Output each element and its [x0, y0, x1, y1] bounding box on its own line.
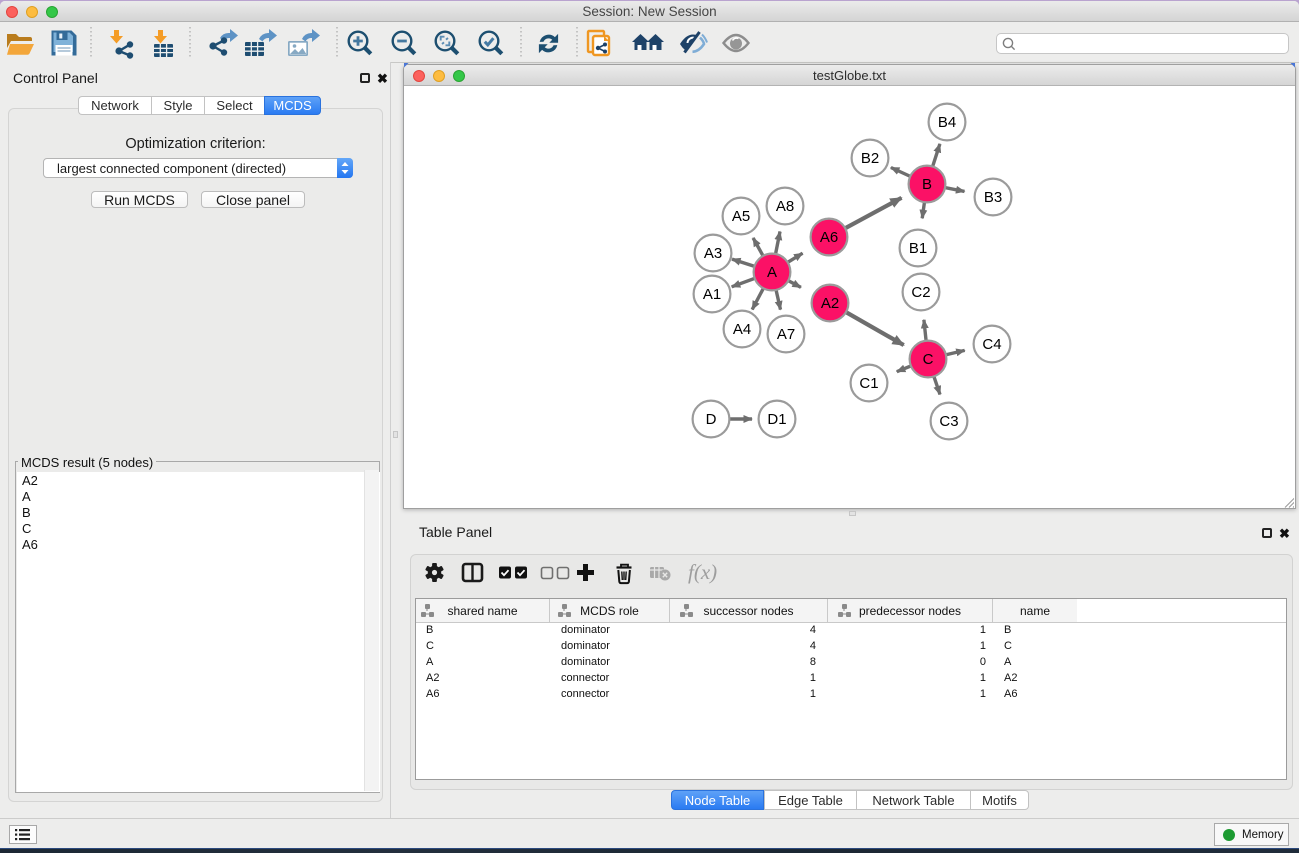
svg-text:A8: A8 [776, 198, 794, 215]
svg-text:A2: A2 [821, 295, 839, 312]
svg-text:C3: C3 [939, 413, 958, 430]
svg-text:A6: A6 [820, 229, 838, 246]
svg-text:A4: A4 [733, 321, 751, 338]
svg-text:C4: C4 [982, 336, 1001, 353]
svg-text:A5: A5 [732, 208, 750, 225]
svg-text:A1: A1 [703, 286, 721, 303]
svg-text:B4: B4 [938, 114, 956, 131]
svg-text:A7: A7 [777, 326, 795, 343]
svg-text:B2: B2 [861, 150, 879, 167]
svg-text:C: C [923, 351, 934, 368]
svg-text:B: B [922, 176, 932, 193]
svg-text:D1: D1 [767, 411, 786, 428]
svg-text:C2: C2 [911, 284, 930, 301]
svg-text:B3: B3 [984, 189, 1002, 206]
svg-text:D: D [706, 411, 717, 428]
svg-text:A3: A3 [704, 245, 722, 262]
svg-text:C1: C1 [859, 375, 878, 392]
svg-text:B1: B1 [909, 240, 927, 257]
svg-text:A: A [767, 264, 777, 281]
svg-text:f(x): f(x) [688, 560, 717, 584]
